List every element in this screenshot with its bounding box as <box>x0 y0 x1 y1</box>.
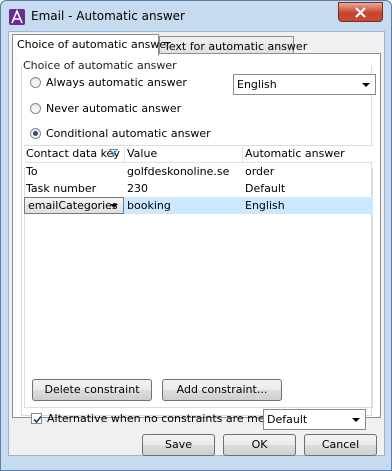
radio-always-automatic-answer[interactable]: Always automatic answer <box>30 76 187 89</box>
column-header-value[interactable]: Value <box>125 147 243 162</box>
tab-panel: Choice of automatic answer Always automa… <box>12 53 381 430</box>
window-title: Email - Automatic answer <box>31 9 185 23</box>
tab-choice-of-automatic-answer[interactable]: Choice of automatic answer <box>12 34 171 56</box>
add-constraint-button[interactable]: Add constraint... <box>162 379 282 401</box>
checkmark-icon <box>33 415 42 424</box>
fallback-select[interactable]: Default <box>263 409 366 430</box>
close-icon <box>355 7 366 18</box>
ok-button[interactable]: OK <box>223 434 296 456</box>
radio-circle[interactable] <box>30 77 41 88</box>
table-row-selected[interactable]: emailCategories booking English <box>24 197 373 214</box>
fallback-label: Alternative when no constraints are met <box>47 412 269 425</box>
cell-answer: English <box>245 199 285 212</box>
column-header-label: Automatic answer <box>245 147 345 160</box>
table-header: Contact data key Value Automatic answer <box>24 145 373 163</box>
tab-label: Text for automatic answer <box>164 40 308 53</box>
chevron-down-icon <box>110 204 118 208</box>
cell-value: booking <box>127 199 171 212</box>
chevron-down-icon <box>362 83 370 87</box>
save-button[interactable]: Save <box>142 434 215 456</box>
chevron-down-icon <box>352 418 360 422</box>
cell-value: 230 <box>127 182 148 195</box>
radio-label: Conditional automatic answer <box>46 127 211 140</box>
fallback-checkbox[interactable] <box>31 413 42 424</box>
column-header-automatic-answer[interactable]: Automatic answer <box>243 147 373 162</box>
radio-circle[interactable] <box>30 103 41 114</box>
app-icon <box>9 9 25 25</box>
dialog-client: Choice of automatic answer Text for auto… <box>8 31 385 456</box>
cell-key: Task number <box>26 182 97 195</box>
cell-answer: order <box>245 165 275 178</box>
tab-label: Choice of automatic answer <box>17 38 171 51</box>
table-row[interactable]: To golfdeskonoline.se order <box>24 163 373 180</box>
key-select[interactable]: emailCategories <box>24 197 124 214</box>
radio-label: Always automatic answer <box>46 76 187 89</box>
radio-never-automatic-answer[interactable]: Never automatic answer <box>30 102 181 115</box>
dialog-window: Email - Automatic answer Choice of autom… <box>0 0 392 471</box>
key-select-value: emailCategories <box>28 199 118 212</box>
fallback-select-value: Default <box>267 413 308 426</box>
language-select[interactable]: English <box>233 74 376 95</box>
cell-value: golfdeskonoline.se <box>127 165 230 178</box>
constraints-table: Contact data key Value Automatic answer … <box>24 145 373 214</box>
group-label: Choice of automatic answer <box>23 59 177 72</box>
close-button[interactable] <box>338 2 383 22</box>
cell-answer: Default <box>245 182 286 195</box>
language-select-value: English <box>237 78 277 91</box>
radio-conditional-automatic-answer[interactable]: Conditional automatic answer <box>30 127 211 140</box>
cancel-button[interactable]: Cancel <box>304 434 377 456</box>
table-row[interactable]: Task number 230 Default <box>24 180 373 197</box>
filter-icon[interactable] <box>109 149 118 157</box>
title-bar[interactable]: Email - Automatic answer <box>1 1 391 31</box>
delete-constraint-button[interactable]: Delete constraint <box>32 379 152 401</box>
cell-key: To <box>26 165 38 178</box>
radio-circle[interactable] <box>30 128 41 139</box>
column-header-label: Contact data key <box>26 147 120 160</box>
radio-label: Never automatic answer <box>46 102 182 115</box>
column-header-label: Value <box>127 147 158 160</box>
